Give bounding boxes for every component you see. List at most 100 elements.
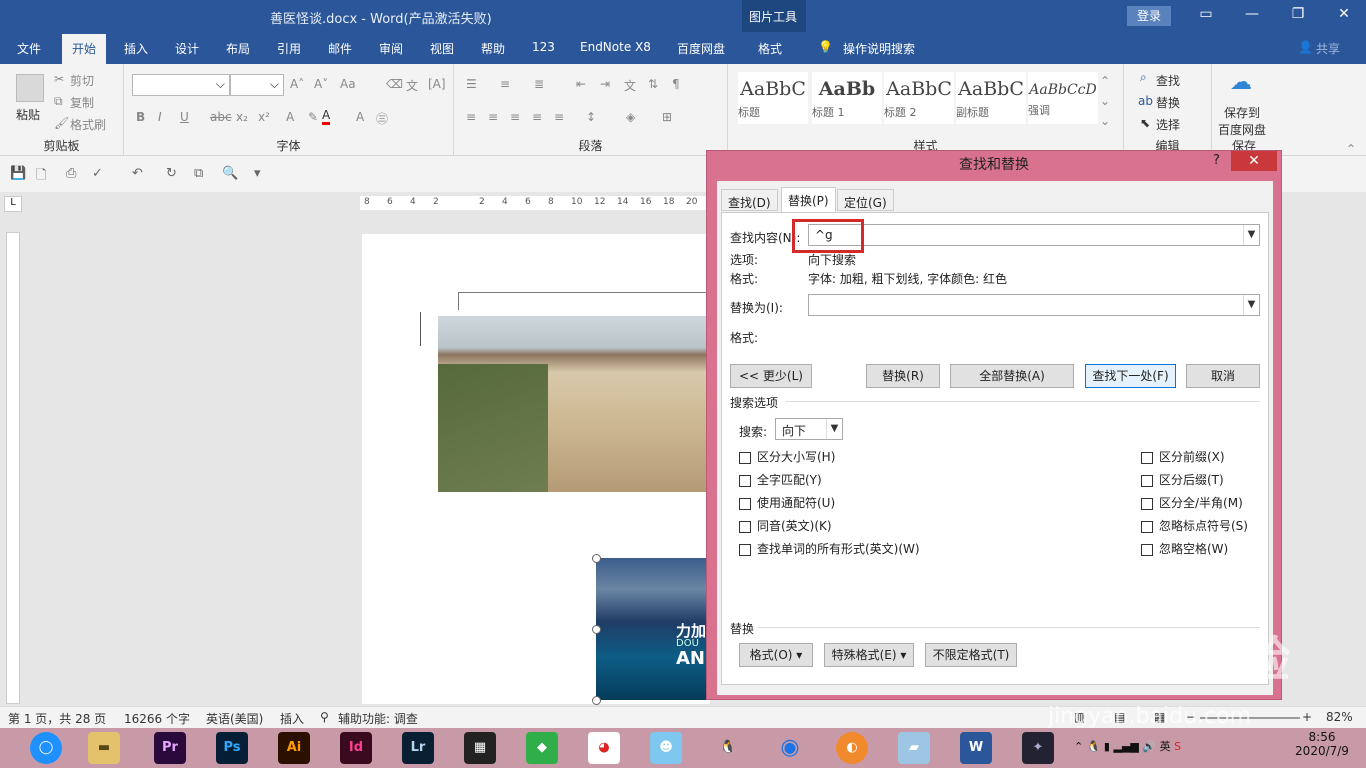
ribbon-display-icon[interactable]: ▭ [1196,6,1216,26]
line-spacing-icon[interactable]: ↕ [586,110,596,124]
start-search-icon[interactable]: ◯ [30,732,62,764]
volume-icon[interactable]: 🔊 [1142,740,1156,753]
strikethrough-icon[interactable]: abc [210,110,232,124]
close-icon[interactable]: ✕ [1231,151,1277,171]
text-effects-icon[interactable]: A [286,110,294,124]
collapse-ribbon-icon[interactable]: ⌃ [1346,142,1356,156]
baidu-cloud-icon[interactable]: ☁ [1230,70,1252,95]
network-icon[interactable]: ▂▄▆ [1113,740,1138,753]
tab-mailings[interactable]: 邮件 [328,40,352,57]
ime-indicator[interactable]: 英 [1160,740,1171,753]
browser-icon[interactable]: ◐ [836,732,868,764]
styles-scroll-down-icon[interactable]: ⌄ [1100,94,1110,108]
match-case-checkbox[interactable]: 区分大小写(H) [739,448,835,464]
undo-icon[interactable]: ↶ [132,166,143,181]
file-explorer-icon[interactable]: ▬ [88,732,120,764]
close-window-icon[interactable]: ✕ [1334,6,1354,26]
sort-icon[interactable]: ⇅ [648,77,658,91]
find-button[interactable]: 查找 [1156,72,1180,89]
share-icon[interactable]: 👤 [1298,40,1313,54]
video-editor-icon[interactable]: ▦ [464,732,496,764]
zoom-icon[interactable]: 🔍 [222,166,238,181]
checkbox[interactable] [1141,451,1153,464]
redo-icon[interactable]: ↻ [166,166,177,181]
word-count[interactable]: 16266 个字 [124,710,190,727]
checkbox[interactable] [739,451,751,464]
paste-button[interactable]: 粘贴 [16,106,40,123]
checkbox[interactable] [739,543,751,556]
tab-replace[interactable]: 替换(P) [781,187,836,213]
char-border-icon[interactable]: [A] [428,77,446,91]
login-button[interactable]: 登录 [1127,6,1171,26]
justify-icon[interactable]: ≡ [532,110,542,124]
italic-icon[interactable]: I [158,110,162,124]
share-button[interactable]: 共享 [1316,40,1340,57]
checkbox[interactable] [739,474,751,487]
resize-handle[interactable] [592,696,601,705]
page-count[interactable]: 第 1 页，共 28 页 [8,710,106,727]
multilevel-list-icon[interactable]: ≣ [534,77,544,91]
replace-with-input[interactable]: ▼ [808,294,1260,316]
shrink-font-icon[interactable]: A˅ [314,77,328,91]
select-button[interactable]: 选择 [1156,116,1180,133]
phonetic-guide-icon[interactable]: 文 [406,77,418,94]
full-half-width-checkbox[interactable]: 区分全/半角(M) [1141,494,1243,510]
premiere-icon[interactable]: Pr [154,732,186,764]
tab-123[interactable]: 123 [532,40,555,54]
copy-button[interactable]: 复制 [70,94,94,111]
underline-icon[interactable]: U [180,110,189,124]
tab-selector-icon[interactable]: L [4,196,22,212]
tab-file[interactable]: 文件 [17,40,41,57]
checkbox[interactable] [1141,520,1153,533]
minimize-icon[interactable]: — [1242,6,1262,26]
special-dropdown-button[interactable]: 特殊格式(E) ▾ [824,643,914,667]
save-icon[interactable]: 💾 [10,166,26,181]
ignore-punct-checkbox[interactable]: 忽略标点符号(S) [1141,517,1248,533]
app-icon[interactable]: ◕ [588,732,620,764]
photoshop-icon[interactable]: Ps [216,732,248,764]
replace-button[interactable]: 替换 [1156,94,1180,111]
wildcards-checkbox[interactable]: 使用通配符(U) [739,494,835,510]
cancel-button[interactable]: 取消 [1186,364,1260,388]
tab-layout[interactable]: 布局 [226,40,250,57]
sounds-like-checkbox[interactable]: 同音(英文)(K) [739,517,832,533]
borders-icon[interactable]: ⊞ [662,110,672,124]
cat-app-icon[interactable]: ☻ [650,732,682,764]
tab-review[interactable]: 审阅 [379,40,403,57]
new-doc-icon[interactable]: 🗋 [36,166,46,188]
notes-icon[interactable]: ▰ [898,732,930,764]
tab-home[interactable]: 开始 [62,34,107,64]
match-prefix-checkbox[interactable]: 区分前缀(X) [1141,448,1225,464]
style-emphasis[interactable]: AaBbCcD 强调 [1028,72,1098,124]
tab-baidu-netdisk[interactable]: 百度网盘 [677,40,725,57]
no-formatting-button[interactable]: 不限定格式(T) [925,643,1017,667]
align-center-icon[interactable]: ≡ [488,110,498,124]
grow-font-icon[interactable]: A˄ [290,77,304,91]
whole-word-checkbox[interactable]: 全字匹配(Y) [739,471,822,487]
game-icon[interactable]: ✦ [1022,732,1054,764]
drive-icon[interactable]: ◆ [526,732,558,764]
print-preview-icon[interactable]: ⎙ [66,166,76,181]
tab-endnote[interactable]: EndNote X8 [580,40,651,54]
decrease-indent-icon[interactable]: ⇤ [576,77,586,91]
tab-format[interactable]: 格式 [758,40,782,57]
illustrator-icon[interactable]: Ai [278,732,310,764]
font-color-icon[interactable]: A [322,108,331,125]
help-icon[interactable]: ? [1213,153,1220,168]
tab-insert[interactable]: 插入 [124,40,148,57]
styles-more-icon[interactable]: ⌄ [1100,114,1110,128]
language-indicator[interactable]: 英语(美国) [206,710,263,727]
show-marks-icon[interactable]: ¶ [672,77,680,91]
format-dropdown-button[interactable]: 格式(O) ▾ [739,643,813,667]
match-suffix-checkbox[interactable]: 区分后缀(T) [1141,471,1224,487]
checkbox[interactable] [1141,497,1153,510]
restore-icon[interactable]: ❐ [1288,6,1308,26]
tab-find[interactable]: 查找(D) [721,189,778,211]
indesign-icon[interactable]: Id [340,732,372,764]
replace-all-button[interactable]: 全部替换(A) [950,364,1074,388]
styles-scroll-up-icon[interactable]: ⌃ [1100,74,1110,88]
replace-button[interactable]: 替换(R) [866,364,940,388]
chevron-down-icon[interactable]: ▼ [1243,225,1259,245]
align-right-icon[interactable]: ≡ [510,110,520,124]
align-left-icon[interactable]: ≡ [466,110,476,124]
